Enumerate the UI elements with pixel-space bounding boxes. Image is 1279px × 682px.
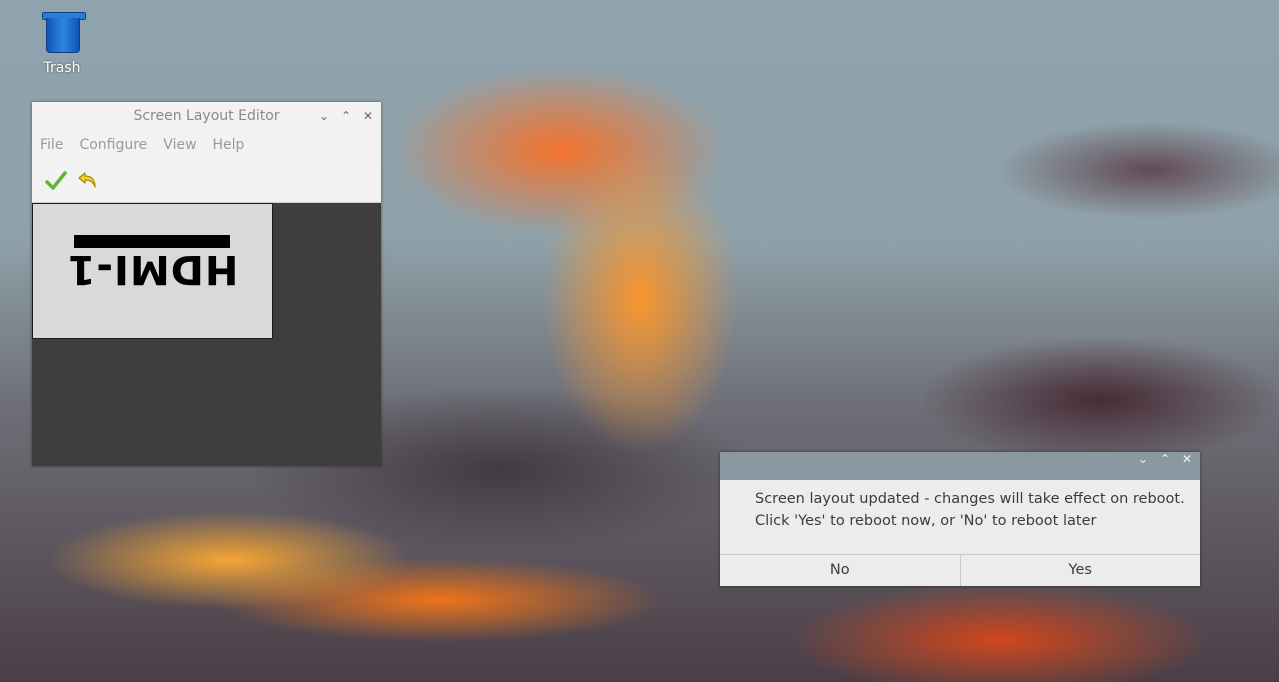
dialog-buttons: No Yes	[720, 554, 1200, 586]
trash-icon	[42, 8, 86, 54]
menu-view[interactable]: View	[163, 137, 196, 153]
layout-canvas[interactable]: HDMI-1	[32, 203, 381, 466]
trash-desktop-icon[interactable]: Trash	[30, 8, 94, 76]
menu-configure[interactable]: Configure	[79, 137, 147, 153]
dialog-message-line2: Click 'Yes' to reboot now, or 'No' to re…	[755, 513, 1097, 529]
minimize-button[interactable]: ⌄	[313, 102, 335, 130]
trash-label: Trash	[43, 60, 81, 76]
undo-button[interactable]	[76, 169, 100, 193]
maximize-button[interactable]: ⌃	[335, 102, 357, 130]
desktop-background: Trash Screen Layout Editor ⌄ ⌃ ✕ File Co…	[0, 0, 1279, 682]
dialog-message: Screen layout updated - changes will tak…	[720, 480, 1200, 554]
editor-menubar: File Configure View Help	[32, 130, 381, 160]
reboot-dialog: ⌄ ⌃ ✕ Screen layout updated - changes wi…	[720, 452, 1200, 586]
dialog-maximize-button[interactable]: ⌃	[1154, 452, 1176, 480]
dialog-message-line1: Screen layout updated - changes will tak…	[755, 491, 1185, 507]
undo-arrow-icon	[78, 172, 96, 188]
no-button[interactable]: No	[720, 555, 960, 586]
dialog-close-button[interactable]: ✕	[1176, 452, 1198, 480]
apply-button[interactable]	[44, 169, 68, 193]
monitor-hdmi-1[interactable]: HDMI-1	[32, 203, 273, 339]
editor-window-title: Screen Layout Editor	[133, 108, 280, 124]
editor-toolbar	[32, 160, 381, 203]
monitor-label: HDMI-1	[66, 246, 239, 292]
yes-button[interactable]: Yes	[959, 555, 1200, 586]
menu-help[interactable]: Help	[213, 137, 245, 153]
dialog-minimize-button[interactable]: ⌄	[1132, 452, 1154, 480]
menu-file[interactable]: File	[40, 137, 63, 153]
checkmark-icon	[45, 171, 67, 190]
screen-layout-editor-window: Screen Layout Editor ⌄ ⌃ ✕ File Configur…	[32, 102, 381, 466]
dialog-titlebar[interactable]: ⌄ ⌃ ✕	[720, 452, 1200, 480]
editor-titlebar[interactable]: Screen Layout Editor ⌄ ⌃ ✕	[32, 102, 381, 130]
close-button[interactable]: ✕	[357, 102, 379, 130]
